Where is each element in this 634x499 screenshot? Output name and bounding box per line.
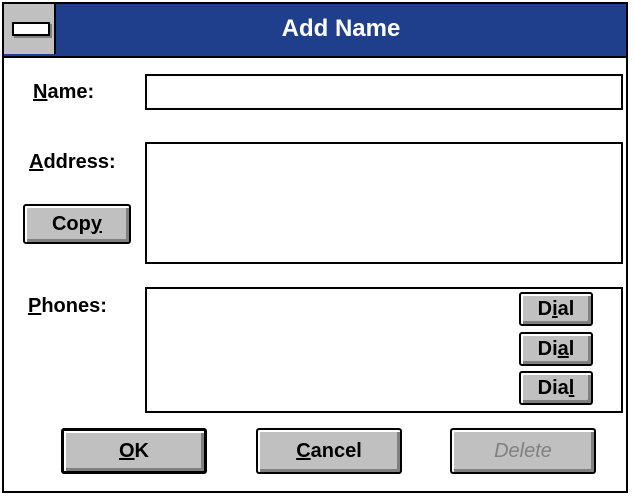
cancel-button[interactable]: Cancel: [256, 428, 402, 474]
add-name-dialog: Add Name Name: Address: Cop y Phones: Dia…: [2, 2, 628, 493]
dial-button-1[interactable]: Di al: [519, 292, 593, 326]
dial-button-3[interactable]: Dia l: [519, 371, 593, 405]
system-menu-icon: [12, 22, 50, 36]
dialog-title: Add Name: [281, 15, 401, 42]
copy-button[interactable]: Cop y: [23, 204, 131, 244]
phones-label: Phones:: [28, 295, 107, 317]
title-bar: Add Name: [4, 4, 626, 58]
delete-button[interactable]: Delete: [450, 428, 596, 474]
dial-button-2[interactable]: Di a l: [519, 332, 593, 366]
system-menu-button[interactable]: [4, 4, 56, 54]
address-field[interactable]: [145, 142, 623, 264]
address-label: Address:: [29, 151, 116, 173]
name-field[interactable]: [145, 74, 623, 110]
name-label: Name:: [33, 81, 95, 103]
ok-button[interactable]: OK: [61, 428, 207, 474]
